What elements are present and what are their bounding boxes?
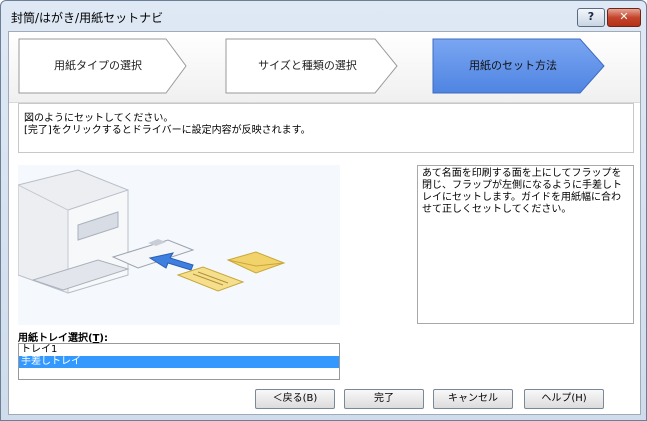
- envelope-illustration: [17, 165, 340, 325]
- printer-icon: [17, 169, 130, 294]
- step-label: 用紙タイプの選択: [54, 59, 142, 72]
- instruction-line-1: 図のようにセットしてください。: [24, 113, 174, 124]
- step-label: サイズと種類の選択: [258, 59, 357, 72]
- finish-button[interactable]: 完了: [344, 389, 424, 409]
- envelope-front-icon: [176, 266, 245, 292]
- instruction-description: あて名面を印刷する面を上にしてフラップを閉じ、フラップが左側になるように手差しト…: [417, 165, 634, 324]
- step-navigator: 用紙タイプの選択 サイズと種類の選択 用紙のセット方法: [9, 32, 640, 103]
- tray-listbox[interactable]: トレイ1 手差しトレイ: [18, 343, 340, 380]
- back-button[interactable]: ＜戻る(B): [255, 389, 335, 409]
- step-label: 用紙のセット方法: [469, 59, 557, 72]
- window-title: 封筒/はがき/用紙セットナビ: [11, 11, 164, 25]
- list-item-tray1[interactable]: トレイ1: [19, 344, 339, 356]
- title-bar: 封筒/はがき/用紙セットナビ ? ✕: [1, 1, 646, 31]
- dialog-content: 用紙タイプの選択 サイズと種類の選択 用紙のセット方法 図のようにセットしてくだ…: [8, 31, 641, 415]
- help-title-button[interactable]: ?: [577, 8, 605, 27]
- description-text: あて名面を印刷する面を上にしてフラップを閉じ、フラップが左側になるように手差しト…: [422, 168, 622, 215]
- tray-select-label: 用紙トレイ選択(T):: [18, 329, 108, 344]
- help-button[interactable]: ヘルプ(H): [524, 389, 604, 409]
- close-button[interactable]: ✕: [607, 8, 641, 27]
- instruction-message: 図のようにセットしてください。 [完了]をクリックするとドライバーに設定内容が反…: [18, 103, 634, 153]
- list-item-manual-tray[interactable]: 手差しトレイ: [19, 356, 339, 368]
- dialog-window: 封筒/はがき/用紙セットナビ ? ✕ 用紙タイプの選択 サイズと種類の選択 用紙…: [0, 0, 647, 421]
- cancel-button[interactable]: キャンセル: [433, 389, 513, 409]
- envelope-back-icon: [226, 251, 286, 274]
- instruction-line-2: [完了]をクリックするとドライバーに設定内容が反映されます。: [24, 125, 311, 136]
